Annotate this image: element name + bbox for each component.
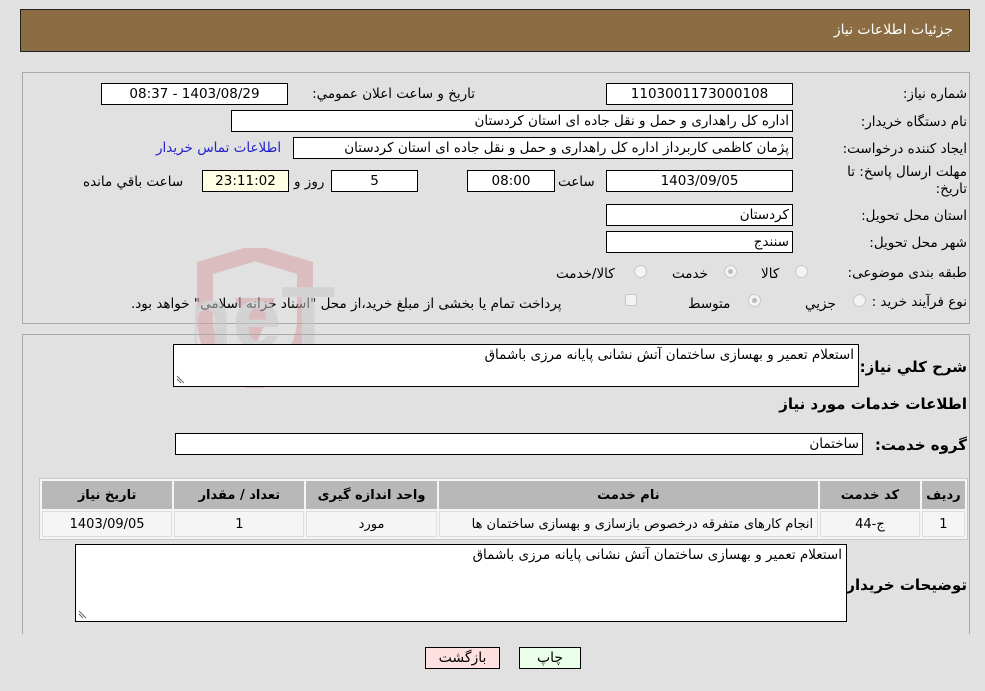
purchase-partial-label: جزيي bbox=[805, 296, 836, 312]
purchase-medium-radio[interactable] bbox=[748, 294, 761, 307]
delivery-province-field: کردستان bbox=[606, 204, 793, 226]
deadline-time-label: ساعت bbox=[558, 174, 595, 190]
service-group-field: ساختمان bbox=[175, 433, 863, 455]
purchase-type-label: نوع فرآیند خرید : bbox=[871, 294, 967, 310]
print-button[interactable]: چاپ bbox=[519, 647, 581, 669]
col-unit: واحد اندازه گیری bbox=[306, 481, 437, 509]
category-goods-service-radio[interactable] bbox=[634, 265, 647, 278]
cell-unit: مورد bbox=[306, 511, 437, 537]
description-text: استعلام تعمیر و بهسازی ساختمان آتش نشانی… bbox=[484, 347, 854, 363]
category-service-radio[interactable] bbox=[724, 265, 737, 278]
deadline-date-field: 1403/09/05 bbox=[606, 170, 793, 192]
treasury-note: پرداخت تمام یا بخشی از مبلغ خرید،از محل … bbox=[131, 296, 562, 312]
remaining-time-field: 23:11:02 bbox=[202, 170, 289, 192]
requester-field: پژمان کاظمی کاربرداز اداره کل راهداری و … bbox=[293, 137, 793, 159]
purchase-partial-radio[interactable] bbox=[853, 294, 866, 307]
buyer-notes-textarea[interactable]: استعلام تعمیر و بهسازی ساختمان آتش نشانی… bbox=[75, 544, 847, 622]
services-section-title: اطلاعات خدمات مورد نياز bbox=[779, 395, 967, 413]
category-goods-service-label: کالا/خدمت bbox=[556, 266, 615, 282]
need-number-label: شماره نیاز: bbox=[902, 86, 967, 102]
buyer-org-label: نام دستگاه خریدار: bbox=[860, 114, 967, 130]
service-group-label: گروه خدمت: bbox=[874, 436, 967, 454]
remaining-days-field: 5 bbox=[331, 170, 418, 192]
requester-label: ایجاد کننده درخواست: bbox=[842, 141, 967, 157]
back-button[interactable]: بازگشت bbox=[425, 647, 500, 669]
buyer-notes-label: توضیحات خریدار: bbox=[840, 576, 967, 594]
buyer-notes-text: استعلام تعمیر و بهسازی ساختمان آتش نشانی… bbox=[472, 547, 842, 563]
page-title: جزئيات اطلاعات نياز bbox=[833, 22, 953, 38]
description-label: شرح کلي نياز: bbox=[859, 358, 967, 376]
purchase-medium-label: متوسط bbox=[688, 296, 731, 312]
category-service-label: خدمت bbox=[672, 266, 708, 282]
deadline-label: مهلت ارسال پاسخ: تا تاریخ: bbox=[847, 164, 967, 197]
need-number-field: 1103001173000108 bbox=[606, 83, 793, 105]
col-service-name: نام خدمت bbox=[438, 481, 819, 509]
delivery-province-label: استان محل تحویل: bbox=[861, 208, 967, 224]
cell-service-code: ج-44 bbox=[820, 511, 920, 537]
announce-datetime-field: 1403/08/29 - 08:37 bbox=[101, 83, 288, 105]
delivery-city-label: شهر محل تحویل: bbox=[869, 235, 967, 251]
cell-service-name: انجام کارهای متفرقه درخصوص بازسازی و بهس… bbox=[438, 511, 819, 537]
cell-need-date: 1403/09/05 bbox=[42, 511, 173, 537]
col-quantity: تعداد / مقدار bbox=[174, 481, 305, 509]
deadline-time-field: 08:00 bbox=[467, 170, 555, 192]
category-goods-radio[interactable] bbox=[795, 265, 808, 278]
col-service-code: کد خدمت bbox=[820, 481, 920, 509]
cell-row-number: 1 bbox=[921, 511, 965, 537]
resize-grip-icon[interactable] bbox=[78, 610, 87, 619]
description-textarea[interactable]: استعلام تعمیر و بهسازی ساختمان آتش نشانی… bbox=[173, 344, 859, 387]
category-label: طبقه بندی موضوعی: bbox=[847, 265, 967, 281]
col-need-date: تاریخ نیاز bbox=[42, 481, 173, 509]
treasury-checkbox[interactable] bbox=[625, 294, 637, 306]
resize-grip-icon[interactable] bbox=[176, 375, 185, 384]
buyer-contact-link[interactable]: اطلاعات تماس خریدار bbox=[156, 140, 281, 156]
col-row-number: ردیف bbox=[921, 481, 965, 509]
remaining-time-label: ساعت باقي مانده bbox=[83, 174, 184, 190]
category-goods-label: کالا bbox=[761, 266, 780, 282]
table-header-row: ردیف کد خدمت نام خدمت واحد اندازه گیری ت… bbox=[42, 481, 965, 509]
table-row: 1 ج-44 انجام کارهای متفرقه درخصوص بازساز… bbox=[42, 511, 965, 537]
delivery-city-field: سنندج bbox=[606, 231, 793, 253]
announce-datetime-label: تاریخ و ساعت اعلان عمومي: bbox=[312, 86, 475, 102]
page-header: جزئيات اطلاعات نياز bbox=[20, 9, 970, 52]
cell-quantity: 1 bbox=[174, 511, 305, 537]
services-table: ردیف کد خدمت نام خدمت واحد اندازه گیری ت… bbox=[39, 478, 968, 540]
buyer-org-field: اداره کل راهداری و حمل و نقل جاده ای است… bbox=[231, 110, 793, 132]
days-label: روز و bbox=[294, 174, 325, 190]
